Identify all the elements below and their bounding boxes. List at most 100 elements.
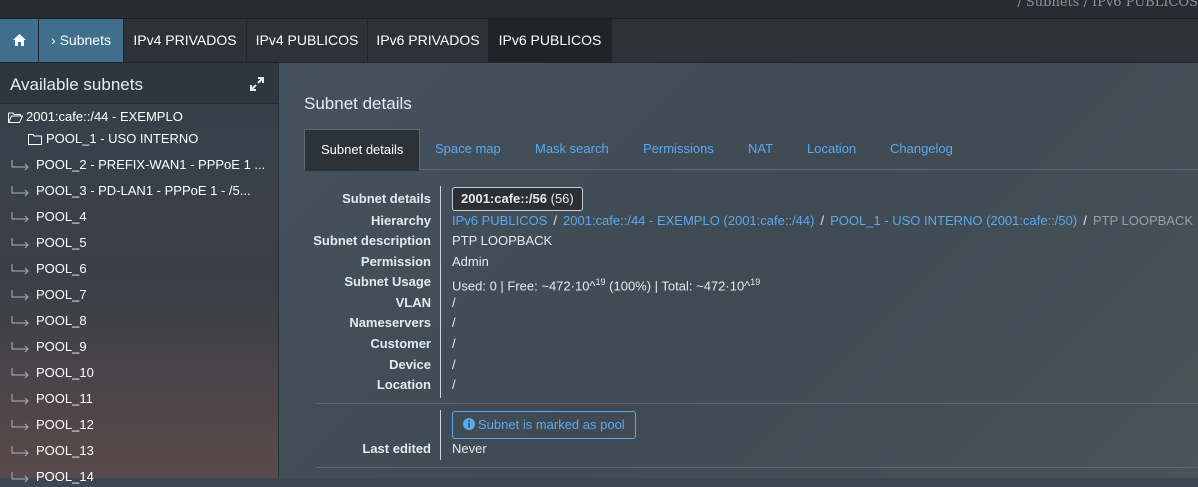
top-bar: / Subnets / IPv6 PUBLICOS [0, 0, 1198, 19]
tab-subnet-details[interactable]: Subnet details [304, 129, 421, 171]
breadcrumb: / Subnets / IPv6 PUBLICOS [1017, 0, 1198, 10]
tree-item-pool-9[interactable]: POOL_9 [10, 337, 87, 357]
tree-item-pool-4[interactable]: POOL_4 [10, 207, 87, 227]
value-description: PTP LOOPBACK [452, 233, 553, 248]
tree-item-label: POOL_7 [36, 287, 87, 302]
sidebar-title: Available subnets [10, 75, 143, 94]
value-vlan: / [452, 295, 456, 310]
subnets-sidebar: Available subnets 2001:cafe::/44 - EXEMP… [0, 63, 279, 484]
nav-ipv6-privados[interactable]: IPv6 PRIVADOS [368, 19, 489, 62]
tree-item-pool-5[interactable]: POOL_5 [10, 233, 87, 253]
tree-item-label: POOL_12 [36, 417, 94, 432]
tree-item-pool-13[interactable]: POOL_13 [10, 441, 94, 461]
nav-subnets[interactable]: › Subnets [39, 19, 124, 62]
tree-item-pool-6[interactable]: POOL_6 [10, 259, 87, 279]
tree-item-label: POOL_13 [36, 443, 94, 458]
tree-item-pool-11[interactable]: POOL_11 [10, 389, 93, 409]
page-title: Subnet details [304, 94, 412, 113]
label-last-edited: Last edited [362, 441, 431, 456]
tree-connector-icon [11, 341, 29, 352]
tree-connector-icon [11, 445, 29, 456]
tree-item-pool-8[interactable]: POOL_8 [10, 311, 87, 331]
tree-item-pool-12[interactable]: POOL_12 [10, 415, 94, 435]
tree-connector-icon [11, 159, 29, 170]
tab-changelog[interactable]: Changelog [874, 129, 969, 169]
tree-connector-icon [11, 185, 29, 196]
expand-icon[interactable] [250, 77, 264, 91]
divider [316, 403, 1198, 404]
label-permission: Permission [360, 254, 431, 269]
label-customer: Customer [370, 336, 431, 351]
nav-subnets-label: Subnets [59, 32, 111, 48]
details-divider [440, 410, 441, 460]
tree-item-label: POOL_10 [36, 365, 94, 380]
nav-ipv4-privados[interactable]: IPv4 PRIVADOS [124, 19, 247, 62]
tree-item-pool-1[interactable]: POOL_1 - USO INTERNO [28, 129, 198, 149]
tree-item-label: POOL_1 - USO INTERNO [46, 131, 199, 146]
tree-item-label: POOL_2 - PREFIX-WAN1 - PPPoE 1 ... [36, 157, 266, 172]
info-icon [463, 418, 475, 430]
nav-ipv4-publicos[interactable]: IPv4 PUBLICOS [247, 19, 368, 62]
value-last-edited: Never [452, 441, 487, 456]
value-usage: Used: 0 | Free: ~472·10^19 (100%) | Tota… [452, 272, 760, 296]
hierarchy-link-section[interactable]: IPv6 PUBLICOS [452, 213, 547, 228]
tree-item-pool-14[interactable]: POOL_14 [10, 467, 94, 487]
value-nameservers: / [452, 315, 456, 330]
label-device: Device [389, 357, 431, 372]
value-location: / [452, 377, 456, 392]
tree-item-label: POOL_3 - PD-LAN1 - PPPoE 1 - /5... [36, 183, 251, 198]
mask-value: (56) [550, 191, 574, 206]
hierarchy-current: PTP LOOPBACK [1092, 213, 1194, 228]
tree-item-label: POOL_11 [36, 391, 93, 406]
label-hierarchy: Hierarchy [371, 213, 431, 228]
tree-item-label: 2001:cafe::/44 - EXEMPLO [26, 109, 183, 124]
tab-location[interactable]: Location [791, 129, 872, 169]
cidr-badge: 2001:cafe::/56 (56) [452, 187, 583, 211]
tree-item-pool-3[interactable]: POOL_3 - PD-LAN1 - PPPoE 1 - /5... [10, 181, 251, 201]
tree-item-pool-7[interactable]: POOL_7 [10, 285, 87, 305]
tree-item-label: POOL_8 [36, 313, 87, 328]
usage-used: Used: 0 | Free: ~472·10^ [452, 278, 596, 294]
tab-space-map[interactable]: Space map [419, 129, 517, 169]
hierarchy-breadcrumb: IPv6 PUBLICOS / 2001:cafe::/44 - EXEMPLO (… [452, 211, 1193, 231]
tree-item-root[interactable]: 2001:cafe::/44 - EXEMPLO [8, 107, 183, 127]
hierarchy-separator: / [820, 213, 825, 228]
label-description: Subnet description [313, 233, 431, 248]
label-nameservers: Nameservers [349, 315, 431, 330]
value-subnet: 2001:cafe::/56 (56) [452, 187, 583, 211]
tab-permissions[interactable]: Permissions [627, 129, 730, 169]
usage-total: (100%) | Total: ~472·10^ [605, 278, 751, 294]
hierarchy-link-pool[interactable]: POOL_1 - USO INTERNO (2001:cafe::/50) [830, 213, 1077, 228]
main-navbar: › Subnets IPv4 PRIVADOS IPv4 PUBLICOS IP… [0, 19, 1198, 63]
tree-connector-icon [11, 237, 29, 248]
home-icon [12, 34, 26, 46]
tree-item-label: POOL_5 [36, 235, 87, 250]
tree-item-label: POOL_9 [36, 339, 87, 354]
nav-ipv6-publicos[interactable]: IPv6 PUBLICOS [489, 19, 612, 62]
hierarchy-separator: / [553, 213, 557, 228]
tab-nat[interactable]: NAT [732, 129, 789, 169]
value-permission: Admin [452, 254, 489, 269]
main-panel: Subnet details Subnet details Space map … [279, 63, 1198, 478]
label-subnet-details: Subnet details [342, 191, 431, 206]
tree-connector-icon [11, 419, 29, 430]
chevron-right-icon: › [51, 32, 56, 48]
home-button[interactable] [0, 19, 39, 62]
tree-item-pool-10[interactable]: POOL_10 [10, 363, 94, 383]
tab-mask-search[interactable]: Mask search [519, 129, 625, 169]
usage-exponent: 19 [595, 277, 606, 287]
label-usage: Subnet Usage [344, 274, 431, 289]
value-device: / [452, 357, 456, 372]
pool-status-badge: Subnet is marked as pool [452, 411, 636, 439]
label-vlan: VLAN [395, 295, 431, 310]
divider [316, 467, 1198, 468]
tree-item-label: POOL_14 [36, 469, 94, 484]
details-tabs: Subnet details Space map Mask search Per… [304, 129, 1198, 171]
tree-connector-icon [11, 211, 29, 222]
tree-connector-icon [11, 367, 29, 378]
hierarchy-link-root[interactable]: 2001:cafe::/44 - EXEMPLO (2001:cafe::/44… [563, 213, 814, 228]
cidr-value: 2001:cafe::/56 [461, 191, 547, 206]
tree-item-pool-2[interactable]: POOL_2 - PREFIX-WAN1 - PPPoE 1 ... [10, 155, 265, 175]
details-divider [440, 186, 441, 398]
value-customer: / [452, 336, 456, 351]
